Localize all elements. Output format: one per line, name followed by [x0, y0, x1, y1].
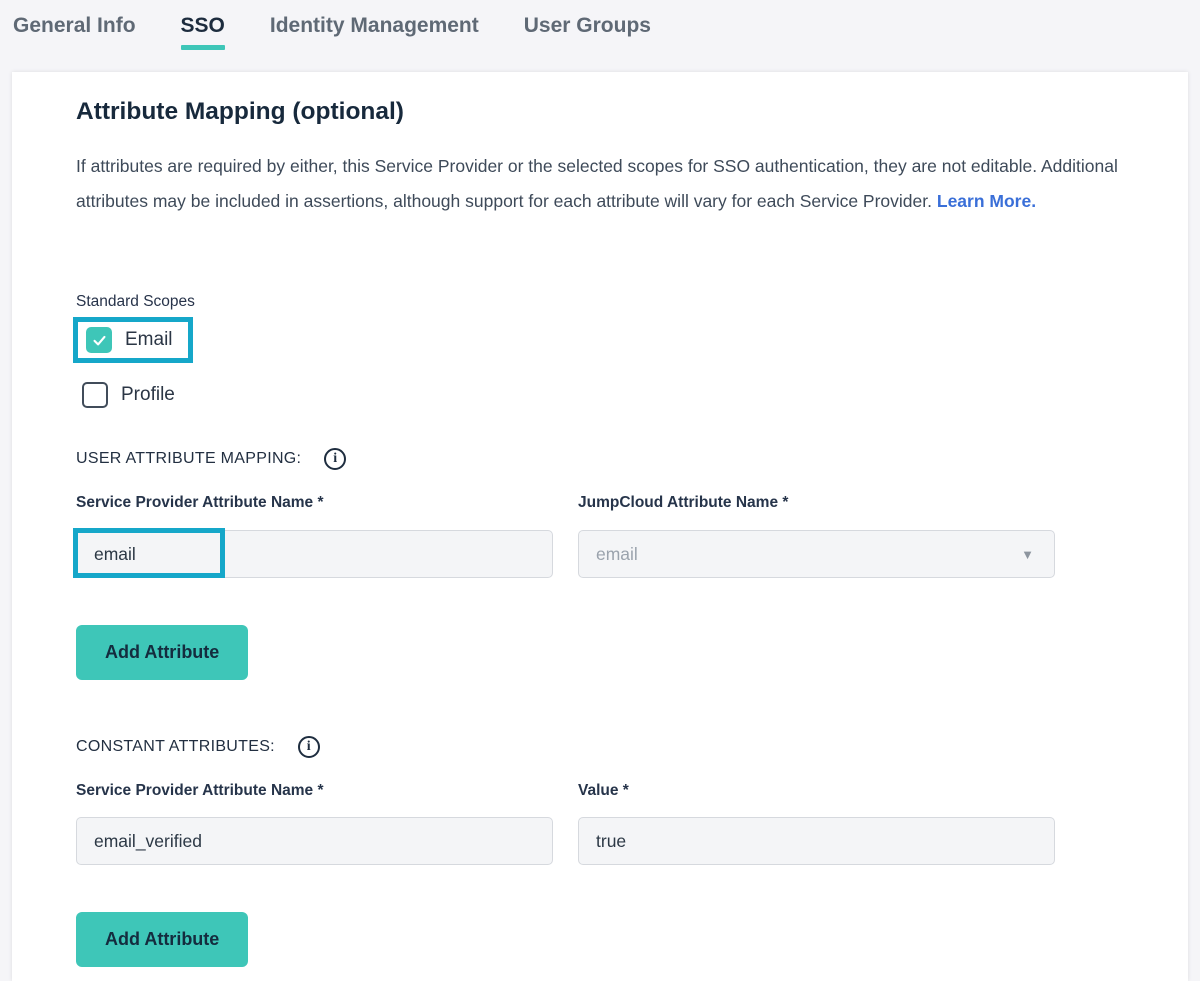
tab-user-groups[interactable]: User Groups	[524, 14, 651, 72]
info-icon[interactable]: i	[298, 736, 320, 758]
ca-sp-attribute-name-input[interactable]	[76, 817, 553, 865]
sp-attribute-name-label: Service Provider Attribute Name *	[76, 494, 553, 512]
tab-bar: General Info SSO Identity Management Use…	[0, 0, 1200, 72]
annotation-highlight-email-scope: Email	[73, 317, 193, 363]
ca-value-input[interactable]	[578, 817, 1055, 865]
ca-inputs-row	[76, 817, 1055, 865]
email-checkbox[interactable]	[86, 327, 112, 353]
standard-scopes-label: Standard Scopes	[76, 293, 195, 311]
constant-attributes-heading: CONSTANT ATTRIBUTES: i	[76, 736, 320, 758]
active-tab-underline	[181, 45, 225, 50]
user-attribute-mapping-heading: USER ATTRIBUTE MAPPING: i	[76, 448, 346, 470]
ca-labels-row: Service Provider Attribute Name * Value …	[76, 782, 1055, 800]
description-text: If attributes are required by either, th…	[76, 149, 1128, 219]
page-title: Attribute Mapping (optional)	[76, 98, 404, 126]
uam-labels-row: Service Provider Attribute Name * JumpCl…	[76, 494, 1055, 512]
profile-scope-label: Profile	[121, 384, 175, 406]
add-attribute-button-uam[interactable]: Add Attribute	[76, 625, 248, 680]
email-scope-option[interactable]: Email	[78, 322, 188, 358]
sso-settings-panel: Attribute Mapping (optional) If attribut…	[12, 72, 1188, 981]
sp-attribute-name-input[interactable]	[76, 530, 553, 578]
learn-more-link[interactable]: Learn More.	[937, 191, 1036, 211]
jumpcloud-attribute-select[interactable]: email ▼	[578, 530, 1055, 578]
uam-inputs-row: email ▼	[76, 530, 1055, 578]
user-attribute-mapping-title: USER ATTRIBUTE MAPPING:	[76, 450, 301, 468]
profile-scope-option[interactable]: Profile	[82, 381, 175, 409]
constant-attributes-title: CONSTANT ATTRIBUTES:	[76, 738, 275, 756]
ca-value-label: Value *	[578, 782, 1055, 800]
info-icon[interactable]: i	[324, 448, 346, 470]
jumpcloud-attribute-selected-value: email	[596, 544, 638, 565]
ca-sp-attribute-name-label: Service Provider Attribute Name *	[76, 782, 553, 800]
chevron-down-icon: ▼	[1021, 547, 1034, 562]
tab-sso[interactable]: SSO	[181, 14, 225, 72]
tab-general-info[interactable]: General Info	[13, 14, 136, 72]
profile-checkbox[interactable]	[82, 382, 108, 408]
check-icon	[91, 332, 108, 349]
tab-sso-label: SSO	[181, 14, 225, 37]
email-scope-label: Email	[125, 329, 173, 351]
tab-identity-management[interactable]: Identity Management	[270, 14, 479, 72]
jumpcloud-attribute-name-label: JumpCloud Attribute Name *	[578, 494, 1055, 512]
add-attribute-button-ca[interactable]: Add Attribute	[76, 912, 248, 967]
